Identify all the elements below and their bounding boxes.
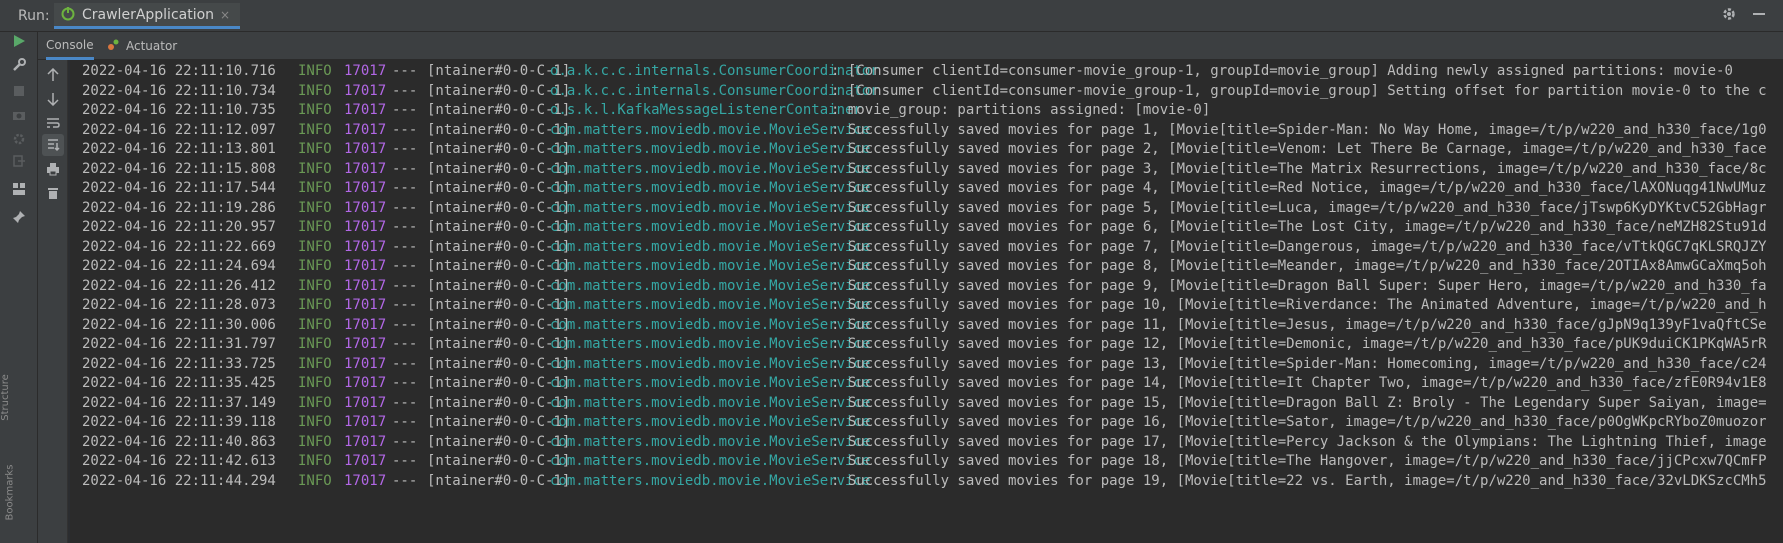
log-msg: : Successfully saved movies for page 19,…: [831, 472, 1783, 489]
stop-icon[interactable]: [10, 82, 28, 100]
tab-actuator[interactable]: Actuator: [106, 32, 177, 60]
tab-console[interactable]: Console: [46, 32, 94, 60]
tab-console-label: Console: [46, 37, 94, 52]
layout-icon[interactable]: [10, 180, 28, 198]
wrench-icon[interactable]: [10, 56, 28, 74]
console-output[interactable]: 2022-04-16 22:11:10.716 INFO 17017 --- [ntai…: [70, 60, 1783, 543]
pin-icon[interactable]: [10, 208, 28, 226]
spring-boot-icon: [60, 5, 76, 25]
trash-icon[interactable]: [44, 184, 62, 202]
tab-actuator-label: Actuator: [126, 39, 178, 53]
console-scrollbar[interactable]: [1767, 60, 1783, 543]
bookmarks-tool-label[interactable]: Bookmarks: [4, 465, 15, 521]
actuator-icon: [106, 38, 120, 55]
run-toolbar: Run: CrawlerApplication ×: [0, 0, 1783, 32]
log-level: INFO: [298, 472, 332, 489]
settings-icon[interactable]: [10, 130, 28, 148]
print-icon[interactable]: [44, 160, 62, 178]
exit-icon[interactable]: [10, 152, 28, 170]
soft-wrap-icon[interactable]: [44, 114, 62, 132]
log-logger: com.matters.moviedb.movie.MovieService: [550, 472, 871, 489]
console-tab-bar: Console Actuator: [38, 32, 1783, 60]
log-thread: [ntainer#0-0-C-1]: [427, 472, 571, 489]
tab-crawler-application[interactable]: CrawlerApplication ×: [54, 3, 241, 29]
run-tab-label: CrawlerApplication: [82, 6, 215, 23]
rerun-icon[interactable]: [10, 32, 28, 50]
log-ts: 2022-04-16 22:11:44.294: [82, 472, 276, 489]
close-icon[interactable]: ×: [220, 8, 230, 22]
log-sep: ---: [392, 472, 418, 489]
log-pid: 17017: [344, 472, 387, 489]
camera-icon[interactable]: [10, 106, 28, 124]
run-label: Run:: [18, 8, 50, 24]
minimize-icon[interactable]: [1751, 6, 1767, 26]
structure-tool-label[interactable]: Structure: [0, 374, 11, 421]
arrow-down-icon[interactable]: [44, 90, 62, 108]
scroll-to-end-icon[interactable]: [42, 134, 64, 156]
arrow-up-icon[interactable]: [44, 66, 62, 84]
gear-icon[interactable]: [1721, 6, 1737, 26]
run-actions-toolbar: Structure Bookmarks: [0, 32, 38, 543]
console-toolbar: [38, 60, 68, 543]
